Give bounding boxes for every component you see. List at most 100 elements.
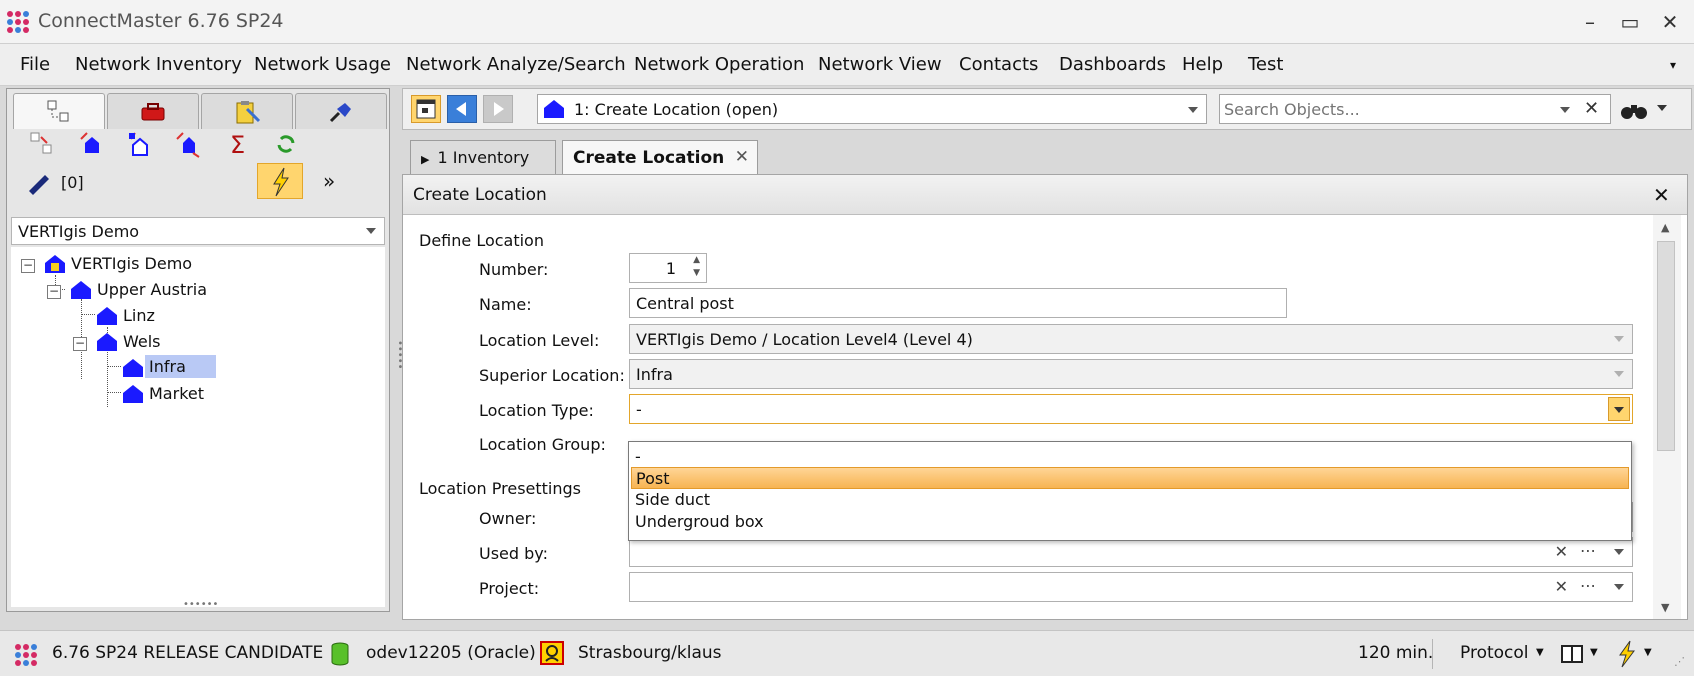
option-side-duct[interactable]: Side duct	[631, 489, 1629, 511]
collapse-toggle[interactable]: −	[47, 285, 61, 299]
menu-test[interactable]: Test	[1248, 54, 1283, 75]
house-move-icon[interactable]	[173, 129, 203, 159]
menu-contacts[interactable]: Contacts	[959, 54, 1038, 75]
search-options-chevron-icon[interactable]	[1657, 105, 1667, 111]
menu-help[interactable]: Help	[1182, 54, 1223, 75]
root-combo[interactable]: VERTIgis Demo	[11, 217, 385, 245]
project-field[interactable]: ✕ ⋯	[629, 572, 1633, 602]
house-up-icon[interactable]	[77, 129, 107, 159]
tree-node-infra[interactable]: Infra	[145, 355, 216, 378]
clear-search-icon[interactable]: ✕	[1584, 98, 1599, 119]
collapse-toggle[interactable]: −	[21, 259, 35, 273]
menu-network-usage[interactable]: Network Usage	[254, 54, 391, 75]
document-tabs: ▶ 1 Inventory Create Location ✕	[402, 136, 1692, 174]
name-label: Name:	[479, 295, 532, 314]
panel-title: Create Location	[413, 185, 547, 205]
clear-icon[interactable]: ✕	[1555, 542, 1568, 561]
book-icon[interactable]	[1560, 643, 1586, 665]
location-history-combo[interactable]: 1: Create Location (open)	[537, 94, 1207, 124]
superior-location-select[interactable]: Infra	[629, 359, 1633, 389]
vertical-scrollbar[interactable]: ▲ ▼	[1653, 215, 1681, 619]
tab-tree[interactable]	[13, 93, 105, 129]
maximize-button[interactable]: ▭	[1614, 8, 1646, 36]
option-post[interactable]: Post	[631, 467, 1629, 489]
minimize-button[interactable]: –	[1574, 8, 1606, 36]
lightning-chevron-icon[interactable]: ▼	[1644, 647, 1652, 658]
location-group-label: Location Group:	[479, 435, 606, 454]
name-value: Central post	[636, 294, 734, 313]
tab-tools[interactable]	[201, 93, 293, 129]
status-bar: 6.76 SP24 RELEASE CANDIDATE odev12205 (O…	[0, 630, 1694, 676]
superior-location-value: Infra	[636, 365, 673, 384]
menu-network-analyze-search[interactable]: Network Analyze/Search	[406, 54, 626, 75]
tab-toolbox[interactable]	[107, 93, 199, 129]
tab-create-location-label: Create Location	[573, 148, 725, 168]
chevron-down-icon[interactable]	[1614, 584, 1624, 590]
number-stepper[interactable]: 1 ▲ ▼	[629, 253, 707, 283]
chevron-down-icon	[1614, 407, 1624, 413]
scroll-up-icon[interactable]: ▲	[1661, 221, 1669, 234]
tab-create-location[interactable]: Create Location ✕	[562, 140, 758, 174]
option-undergroud-box[interactable]: Undergroud box	[631, 511, 1629, 533]
menu-file[interactable]: File	[20, 54, 50, 75]
location-level-select[interactable]: VERTIgis Demo / Location Level4 (Level 4…	[629, 324, 1633, 354]
tab-inventory[interactable]: ▶ 1 Inventory	[410, 140, 556, 174]
menu-overflow-icon[interactable]: ▾	[1670, 58, 1676, 72]
chevron-down-icon[interactable]	[1614, 549, 1624, 555]
more-options-icon[interactable]: ⋯	[1580, 541, 1596, 560]
plug-icon	[329, 102, 351, 122]
close-tab-icon[interactable]: ✕	[735, 147, 749, 167]
house-outline-icon[interactable]	[125, 129, 155, 159]
tab-connect[interactable]	[295, 93, 387, 129]
clear-icon[interactable]: ✕	[1555, 577, 1568, 596]
scroll-thumb[interactable]	[1657, 241, 1675, 451]
menu-network-inventory[interactable]: Network Inventory	[75, 54, 242, 75]
panel-resize-grip[interactable]: ••••••	[183, 599, 218, 610]
play-arrow-icon: ▶	[421, 153, 430, 166]
search-objects-box[interactable]: ✕	[1219, 94, 1611, 124]
dropdown-button[interactable]	[1608, 397, 1630, 421]
chevron-down-icon	[1188, 107, 1198, 113]
object-link-icon[interactable]	[27, 129, 57, 159]
close-panel-icon[interactable]: ✕	[1653, 183, 1670, 207]
forward-button[interactable]	[483, 95, 513, 123]
collapse-toggle[interactable]: −	[73, 337, 87, 351]
used-by-field[interactable]: ✕ ⋯	[629, 537, 1633, 567]
section-define-location: Define Location	[419, 231, 544, 250]
tree-node-vertigis-demo[interactable]: VERTIgis Demo	[71, 254, 192, 273]
spin-arrows-icon[interactable]: ▲ ▼	[693, 254, 700, 280]
book-chevron-icon[interactable]: ▼	[1590, 647, 1598, 658]
menu-network-operation[interactable]: Network Operation	[634, 54, 804, 75]
tree-node-wels[interactable]: Wels	[123, 332, 161, 351]
lightning-toggle-button[interactable]	[257, 163, 303, 199]
filter-pen-icon[interactable]	[23, 167, 53, 197]
more-button[interactable]: »	[323, 169, 335, 193]
menu-dashboards[interactable]: Dashboards	[1059, 54, 1166, 75]
option-dash[interactable]: -	[631, 446, 1629, 468]
tree-node-upper-austria[interactable]: Upper Austria	[97, 280, 207, 299]
sum-icon[interactable]: Σ	[223, 129, 253, 159]
binoculars-icon[interactable]	[1619, 97, 1649, 123]
tree-node-linz[interactable]: Linz	[123, 306, 155, 325]
chevron-down-icon[interactable]	[1560, 107, 1570, 113]
name-field[interactable]: Central post	[629, 288, 1287, 318]
form-toggle-button[interactable]	[411, 95, 441, 123]
location-type-select[interactable]: -	[629, 394, 1633, 424]
close-window-button[interactable]: ✕	[1654, 8, 1686, 36]
resize-grip-icon[interactable]: ⋰	[1674, 655, 1685, 668]
back-button[interactable]	[447, 95, 477, 123]
refresh-icon[interactable]	[271, 129, 301, 159]
svg-text:Σ: Σ	[230, 131, 245, 159]
scroll-down-icon[interactable]: ▼	[1661, 601, 1669, 614]
more-options-icon[interactable]: ⋯	[1580, 576, 1596, 595]
protocol-chevron-icon[interactable]: ▼	[1536, 647, 1544, 658]
left-panel: Σ [0] » VERTIgis Demo − VERTIgis Demo − …	[6, 88, 390, 612]
menu-bar: File Network Inventory Network Usage Net…	[0, 44, 1694, 86]
location-type-dropdown-list: - Post Side duct Undergroud box	[628, 441, 1632, 541]
tree-node-market[interactable]: Market	[149, 384, 204, 403]
search-input[interactable]	[1224, 97, 1544, 121]
app-logo-icon	[15, 644, 37, 666]
lightning-icon[interactable]	[1612, 639, 1640, 669]
protocol-button[interactable]: Protocol	[1460, 643, 1529, 663]
menu-network-view[interactable]: Network View	[818, 54, 942, 75]
